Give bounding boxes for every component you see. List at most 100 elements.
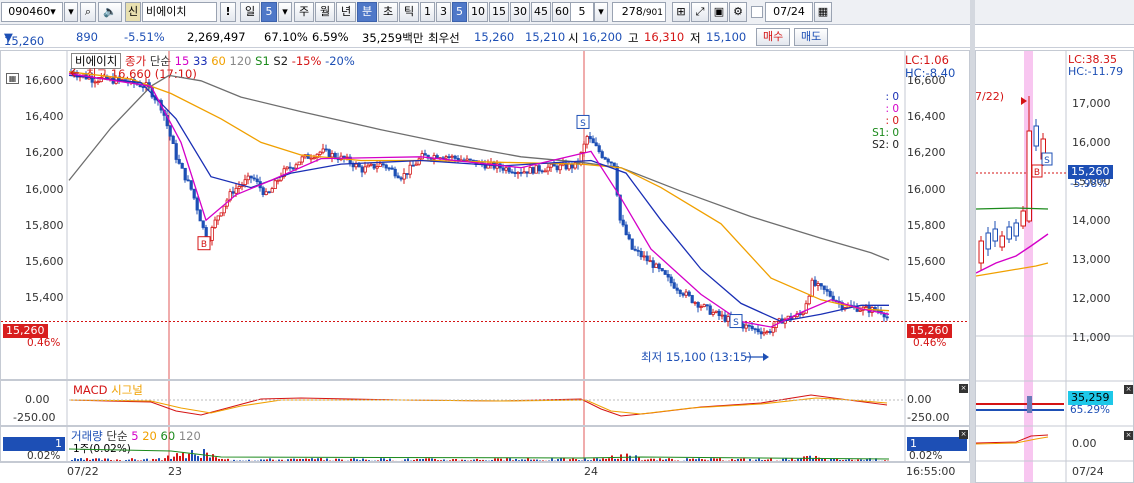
- calendar-icon[interactable]: ▦: [814, 2, 832, 22]
- period-month-button[interactable]: 월: [315, 2, 335, 22]
- count-dropdown[interactable]: ▾: [594, 2, 608, 22]
- volume-panel[interactable]: 거래량 단순 5 20 60 120 1주(0.02%) 1 0.02% 1 0…: [0, 426, 970, 462]
- stock-code-input[interactable]: 090460▾: [1, 2, 63, 22]
- side-chart-svg: SB: [976, 51, 1133, 482]
- buy-button[interactable]: 매수: [756, 28, 791, 46]
- y-tick-left-0: 16,600: [25, 74, 64, 87]
- page-info: 278/901: [612, 2, 666, 22]
- open-price: 16,200: [582, 30, 623, 44]
- stock-name-field[interactable]: 비에이치: [142, 2, 217, 22]
- y-tick-left-1: 16,400: [25, 110, 64, 124]
- x-label-24: 24: [584, 465, 598, 478]
- toolbar: 090460▾ ▾ ⌕ 🔈 신 비에이치 ! 일 5 ▾ 주 월 년 분 초 틱…: [0, 0, 1134, 25]
- svg-text:B: B: [201, 240, 207, 250]
- quote-bar: 15,260 ▼ 890 -5.51% 2,269,497 67.10% 6.5…: [0, 26, 1134, 48]
- interval-button-30[interactable]: 30: [510, 2, 530, 22]
- trend-line-icon[interactable]: ⤢: [691, 2, 709, 22]
- side-y-tick-0: 17,000: [1072, 97, 1111, 110]
- side-y-tick-6: 11,000: [1072, 331, 1111, 344]
- interval-button-3[interactable]: 3: [436, 2, 451, 22]
- volume-chart-svg: [66, 427, 906, 461]
- side-y-tick-3: 14,000: [1072, 214, 1111, 227]
- x-label-23: 23: [168, 465, 182, 478]
- period-day-button[interactable]: 일: [240, 2, 260, 22]
- y-tick-right-4: 15,800: [907, 218, 946, 232]
- x-axis-time: 16:55:00: [906, 465, 956, 478]
- save-icon[interactable]: ▣: [710, 2, 728, 22]
- gear-icon[interactable]: ⚙: [729, 2, 747, 22]
- y-tick-right-0: 16,600: [907, 74, 946, 87]
- best-ask: 15,260: [474, 30, 515, 44]
- side-y-tick-5: 12,000: [1072, 292, 1111, 305]
- period-year-button[interactable]: 년: [336, 2, 356, 22]
- interval-button-60[interactable]: 60: [552, 2, 572, 22]
- svg-text:S: S: [733, 318, 739, 328]
- price-panel[interactable]: ▦ 비에이치 종가 단순 15 33 60 120 S1 S2 -15% -20…: [0, 50, 970, 380]
- x-axis: 07/22 23 24 16:55:00: [0, 462, 970, 483]
- count-input[interactable]: 5: [570, 2, 594, 22]
- best-bid: 15,210: [525, 30, 566, 44]
- close-icon[interactable]: ×: [1124, 385, 1133, 394]
- side-hc-label: HC:-11.79: [1068, 65, 1124, 78]
- y-tick-left-2: 16,200: [25, 146, 64, 160]
- trade-amount: 35,259백만: [362, 31, 424, 45]
- indicator-icon[interactable]: ⊞: [672, 2, 690, 22]
- high-price: 16,310: [644, 30, 685, 44]
- interval-button-1[interactable]: 1: [420, 2, 435, 22]
- left-pct-tag: 0.46%: [27, 337, 61, 349]
- price-change: 890: [76, 30, 98, 44]
- macd-chart-svg: [66, 381, 906, 425]
- alert-button[interactable]: !: [220, 2, 236, 22]
- y-tick-left-5: 15,600: [25, 255, 64, 268]
- date-checkbox[interactable]: [751, 6, 763, 18]
- y-tick-left-3: 16,000: [25, 182, 64, 196]
- close-icon[interactable]: ×: [1124, 431, 1133, 440]
- period-minute-button[interactable]: 분: [357, 2, 377, 22]
- interval-button-10[interactable]: 10: [468, 2, 488, 22]
- signal-marker: S: [729, 314, 743, 329]
- turnover-ratio: 6.59%: [312, 30, 349, 44]
- period-week-button[interactable]: 주: [294, 2, 314, 22]
- speaker-icon[interactable]: 🔈: [98, 2, 122, 22]
- chart-window: 090460▾ ▾ ⌕ 🔈 신 비에이치 ! 일 5 ▾ 주 월 년 분 초 틱…: [0, 0, 1134, 483]
- y-tick-right-2: 16,200: [907, 146, 946, 160]
- interval-button-45[interactable]: 45: [531, 2, 551, 22]
- period-tick-button[interactable]: 틱: [399, 2, 419, 22]
- side-x-label: 07/24: [1072, 465, 1104, 478]
- search-icon[interactable]: ⌕: [80, 2, 96, 22]
- high-label: 고: [628, 31, 639, 45]
- side-date-marker: 7/22): [975, 90, 1004, 103]
- side-macd-tick: 0.00: [1072, 437, 1097, 450]
- period-second-button[interactable]: 초: [378, 2, 398, 22]
- sell-button[interactable]: 매도: [794, 28, 829, 46]
- new-listing-badge: 신: [125, 2, 141, 22]
- interval-button-5[interactable]: 5: [452, 2, 467, 22]
- interval-button-15[interactable]: 15: [489, 2, 509, 22]
- y-tick-right-1: 16,400: [907, 110, 946, 124]
- period-dropdown[interactable]: ▾: [278, 2, 292, 22]
- period-number[interactable]: 5: [261, 2, 277, 22]
- best-bid-label: 최우선: [428, 31, 460, 45]
- low-price: 15,100: [706, 30, 747, 44]
- y-tick-left-6: 15,400: [25, 291, 64, 305]
- volume-value: 2,269,497: [187, 30, 246, 44]
- change-percent: -5.51%: [124, 30, 165, 44]
- current-price: 15,260 ▼: [4, 30, 45, 48]
- daily-side-chart[interactable]: SB LC:38.35 HC:-11.79 7/22) 17,000 16,000…: [975, 50, 1134, 483]
- side-price-tag: 15,260: [1068, 165, 1113, 179]
- dropdown-button[interactable]: ▾: [64, 2, 78, 22]
- x-label-0722: 07/22: [67, 465, 99, 478]
- y-tick-right-5: 15,600: [907, 255, 946, 268]
- volume-ratio: 67.10%: [264, 30, 308, 44]
- date-input[interactable]: 07/24: [765, 2, 813, 22]
- y-tick-left-4: 15,800: [25, 218, 64, 232]
- y-tick-right-3: 16,000: [907, 182, 946, 196]
- macd-panel[interactable]: MACD 시그널 0.00 0.00 -250.00 -250.00 ×: [0, 380, 970, 426]
- svg-text:B: B: [1034, 168, 1040, 178]
- svg-text:S: S: [1044, 156, 1050, 166]
- signal-marker: B: [197, 236, 211, 251]
- low-label: 저: [690, 31, 701, 45]
- open-label: 시: [568, 31, 579, 45]
- left-price-tag: 15,260: [3, 324, 48, 338]
- y-tick-right-6: 15,400: [907, 291, 946, 305]
